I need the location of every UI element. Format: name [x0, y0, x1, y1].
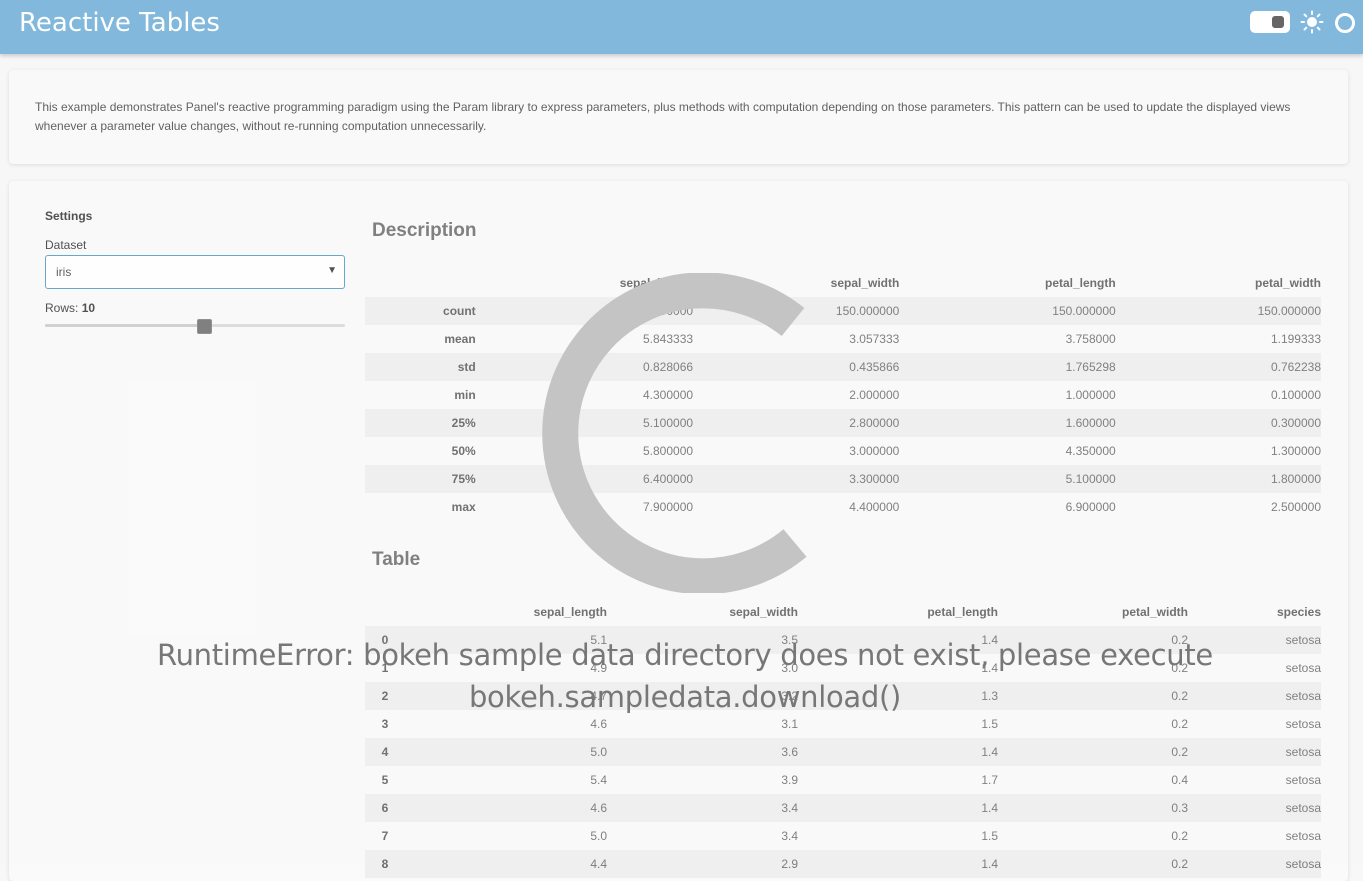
table-cell: 4.6 — [590, 801, 607, 815]
table-row: 8 4.4 2.9 1.4 0.2 setosa — [365, 850, 1321, 878]
table-cell: setosa — [1285, 829, 1321, 843]
table-cell: 4.350000 — [1065, 444, 1116, 458]
row-index: min — [454, 388, 476, 402]
table-cell: 0.2 — [1171, 745, 1188, 759]
dataset-select-value: iris — [56, 265, 72, 279]
description-column-header: petal_length — [1044, 276, 1116, 290]
description-title: Description — [372, 220, 477, 241]
row-index: 75% — [451, 472, 476, 486]
table-cell: 0.2 — [1171, 829, 1188, 843]
theme-toggle[interactable] — [1250, 11, 1290, 33]
table-cell: setosa — [1285, 857, 1321, 871]
table-column-header: sepal_width — [729, 605, 798, 619]
table-cell: 1.4 — [981, 857, 998, 871]
error-message-line-1: RuntimeError: bokeh sample data director… — [157, 638, 1213, 672]
sun-icon[interactable] — [1300, 10, 1324, 34]
table-cell: 0.300000 — [1270, 416, 1321, 430]
table-cell: 150.000000 — [1052, 304, 1116, 318]
table-cell: 150.000000 — [1257, 304, 1321, 318]
table-cell: 4.4 — [590, 857, 607, 871]
row-index: mean — [444, 332, 476, 346]
dataset-label: Dataset — [45, 238, 87, 252]
table-cell: 1.4 — [981, 745, 998, 759]
chevron-down-icon[interactable]: ▼ — [327, 265, 337, 276]
rows-slider-fill — [45, 324, 204, 327]
table-cell: 6.900000 — [1065, 500, 1116, 514]
loading-spinner-icon — [542, 273, 807, 593]
table-cell: 1.199333 — [1270, 332, 1321, 346]
table-column-header: sepal_length — [533, 605, 607, 619]
row-index: count — [443, 304, 476, 318]
rows-label-text: Rows: — [45, 301, 79, 315]
table-cell: 3.6 — [781, 745, 798, 759]
table-cell: 5.100000 — [1065, 472, 1116, 486]
rows-label: Rows: 10 — [45, 301, 95, 315]
row-index: 7 — [381, 829, 389, 843]
rows-slider-track[interactable] — [45, 324, 345, 327]
table-title: Table — [372, 549, 421, 570]
settings-title: Settings — [45, 209, 93, 223]
table-cell: 3.758000 — [1065, 332, 1116, 346]
data-table-header-row: sepal_length sepal_width petal_length petal… — [365, 598, 1321, 626]
rows-value: 10 — [81, 301, 96, 315]
error-message-line-2: bokeh.sampledata.download() — [468, 680, 902, 714]
table-cell: 5.0 — [590, 829, 607, 843]
row-index: 50% — [451, 444, 476, 458]
table-cell: 3.9 — [781, 773, 798, 787]
toggle-knob[interactable] — [1272, 16, 1284, 28]
rows-slider-handle[interactable] — [197, 319, 212, 334]
table-row: 4 5.0 3.6 1.4 0.2 setosa — [365, 738, 1321, 766]
error-message: RuntimeError: bokeh sample data director… — [130, 634, 1240, 718]
app-header: Reactive Tables — [0, 0, 1363, 54]
table-cell: 1.4 — [981, 801, 998, 815]
row-index: max — [451, 500, 476, 514]
table-cell: 0.762238 — [1270, 360, 1321, 374]
table-cell: 1.765298 — [1065, 360, 1116, 374]
table-cell: 0.2 — [1171, 857, 1188, 871]
table-column-header: petal_length — [927, 605, 998, 619]
row-index: 4 — [381, 745, 389, 759]
dataset-select[interactable]: iris ▼ — [45, 255, 345, 289]
table-cell: 0.100000 — [1270, 388, 1321, 402]
table-cell: 5.4 — [590, 773, 607, 787]
table-cell: 1.5 — [981, 829, 998, 843]
table-cell: 1.000000 — [1065, 388, 1116, 402]
description-column-header: petal_width — [1254, 276, 1321, 290]
table-cell: 3.4 — [781, 801, 798, 815]
row-index: std — [457, 360, 476, 374]
table-cell: 1.7 — [981, 773, 998, 787]
row-index: 6 — [381, 801, 389, 815]
busy-indicator-icon — [1335, 13, 1355, 33]
table-cell: 1.800000 — [1270, 472, 1321, 486]
table-cell: 1.600000 — [1065, 416, 1116, 430]
table-cell: 3.4 — [781, 829, 798, 843]
table-row: 5 5.4 3.9 1.7 0.4 setosa — [365, 766, 1321, 794]
row-index: 25% — [451, 416, 476, 430]
table-row: 6 4.6 3.4 1.4 0.3 setosa — [365, 794, 1321, 822]
table-cell: 2.500000 — [1270, 500, 1321, 514]
table-row: 7 5.0 3.4 1.5 0.2 setosa — [365, 822, 1321, 850]
row-index: 5 — [381, 773, 389, 787]
table-column-header: petal_width — [1121, 605, 1188, 619]
intro-text: This example demonstrates Panel's reacti… — [35, 100, 1291, 133]
description-column-header — [365, 269, 476, 297]
table-cell: 2.9 — [781, 857, 798, 871]
table-cell: 5.0 — [590, 745, 607, 759]
intro-card: This example demonstrates Panel's reacti… — [9, 70, 1348, 164]
app-title: Reactive Tables — [19, 8, 220, 38]
table-cell: 0.3 — [1171, 801, 1188, 815]
table-column-header — [365, 598, 405, 626]
table-cell: setosa — [1285, 745, 1321, 759]
table-column-header: species — [1276, 605, 1321, 619]
table-cell: 1.300000 — [1270, 444, 1321, 458]
row-index: 8 — [381, 857, 389, 871]
table-cell: setosa — [1285, 801, 1321, 815]
table-cell: setosa — [1285, 773, 1321, 787]
table-cell: 0.4 — [1171, 773, 1188, 787]
